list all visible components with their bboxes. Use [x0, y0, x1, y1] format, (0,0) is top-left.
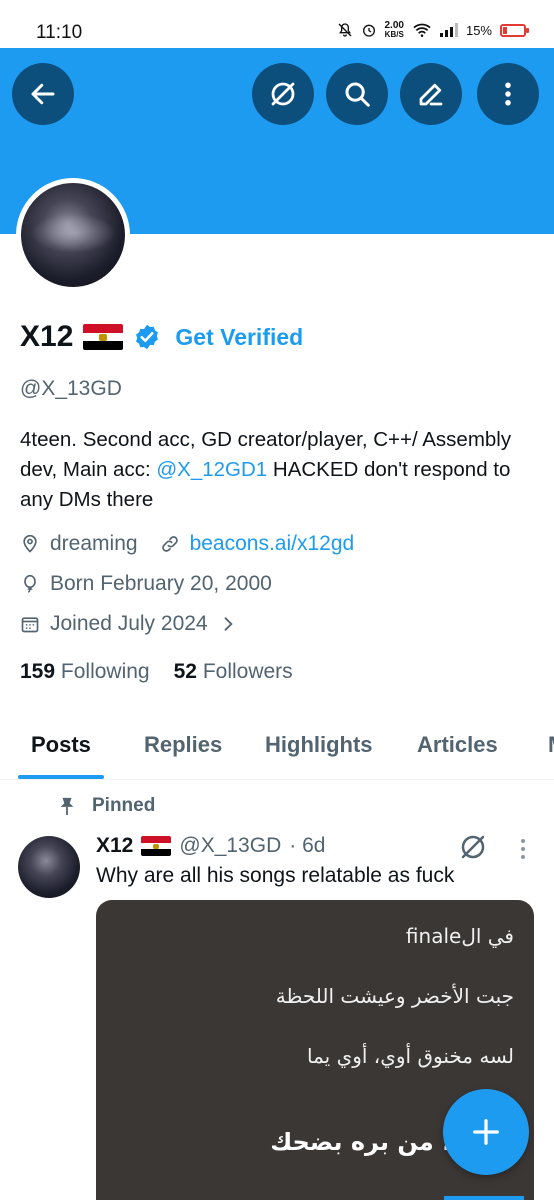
tab-articles[interactable]: Articles [417, 732, 498, 758]
battery-icon [500, 23, 529, 37]
status-time: 11:10 [36, 22, 83, 43]
profile-name: X12 [20, 320, 74, 353]
arrow-left-icon [31, 83, 55, 105]
post-time: · 6d [289, 834, 326, 857]
plus-icon [473, 1119, 499, 1145]
status-icons: 2.00 KB/S 15% [337, 20, 529, 40]
alarm-icon [362, 24, 375, 37]
battery-percent: 15% [465, 22, 492, 38]
egypt-flag-icon [83, 324, 124, 350]
media-line: في الfinale [405, 924, 514, 948]
back-button[interactable] [12, 63, 74, 125]
post-author-avatar[interactable] [18, 836, 80, 898]
post-header: X12 @X_13GD · 6d [96, 834, 325, 858]
media-line: جبت الأخضر وعيشت اللحظة [275, 984, 514, 1008]
profile-joined: Joined July 2024 [50, 612, 208, 635]
get-verified-link[interactable]: Get Verified [175, 324, 303, 351]
followers-link[interactable]: 52 Followers [174, 660, 293, 684]
balloon-icon [24, 574, 36, 593]
tab-highlights[interactable]: Highlights [265, 732, 373, 758]
tab-posts[interactable]: Posts [31, 732, 91, 758]
following-link[interactable]: 159 Following [20, 660, 150, 684]
profile-name-row: X12 Get Verified [20, 320, 303, 354]
status-bar: 11:10 2.00 KB/S 15% [0, 0, 554, 48]
wifi-icon [413, 23, 431, 37]
profile-bio: 4teen. Second acc, GD creator/player, C+… [20, 428, 512, 511]
verified-badge-icon [136, 324, 159, 350]
pinned-label: Pinned [58, 795, 155, 817]
profile-location: dreaming [50, 532, 138, 555]
location-pin-icon [23, 534, 37, 553]
post-author-name[interactable]: X12 [96, 834, 133, 858]
egypt-flag-icon [141, 836, 172, 856]
profile-meta-location-row: dreaming beacons.ai/x12gd [20, 532, 354, 556]
more-vertical-icon [505, 82, 511, 106]
network-speed: 2.00 KB/S [384, 20, 404, 40]
tab-replies[interactable]: Replies [144, 732, 222, 758]
more-button[interactable] [477, 63, 539, 125]
compose-button[interactable] [443, 1089, 529, 1175]
profile-meta-birthday-row: Born February 20, 2000 [20, 572, 272, 596]
profile-avatar[interactable] [16, 178, 130, 292]
media-progress [444, 1196, 524, 1200]
calendar-icon [21, 617, 39, 633]
link-icon [161, 536, 178, 552]
profile-birthday: Born February 20, 2000 [50, 572, 272, 595]
tab-media[interactable]: M [548, 732, 554, 758]
profile-handle: @X_13GD [20, 377, 122, 400]
signal-icon [439, 23, 458, 37]
grok-button[interactable] [252, 63, 314, 125]
pin-icon [60, 797, 74, 815]
profile-tabs: Posts Replies Highlights Articles M [0, 720, 554, 780]
search-icon [345, 82, 370, 107]
profile-meta-joined-row[interactable]: Joined July 2024 [20, 612, 238, 636]
post-more-icon[interactable] [515, 836, 531, 862]
grok-icon [271, 82, 295, 106]
active-tab-indicator [18, 775, 104, 779]
mute-icon [338, 23, 351, 37]
follow-counts: 159 Following 52 Followers [20, 660, 293, 684]
edit-button[interactable] [400, 63, 462, 125]
post-text: Why are all his songs relatable as fuck [96, 864, 455, 887]
media-line: لسه مخنوق أوي، أوي يما [306, 1044, 514, 1068]
post-author-handle: @X_13GD [179, 834, 282, 857]
bio-mention-link[interactable]: @X_12GD1 [156, 458, 267, 481]
edit-pencil-icon [419, 83, 443, 106]
profile-website-link[interactable]: beacons.ai/x12gd [190, 532, 355, 556]
search-button[interactable] [326, 63, 388, 125]
post-grok-icon[interactable] [458, 832, 488, 862]
chevron-right-icon [224, 617, 233, 631]
